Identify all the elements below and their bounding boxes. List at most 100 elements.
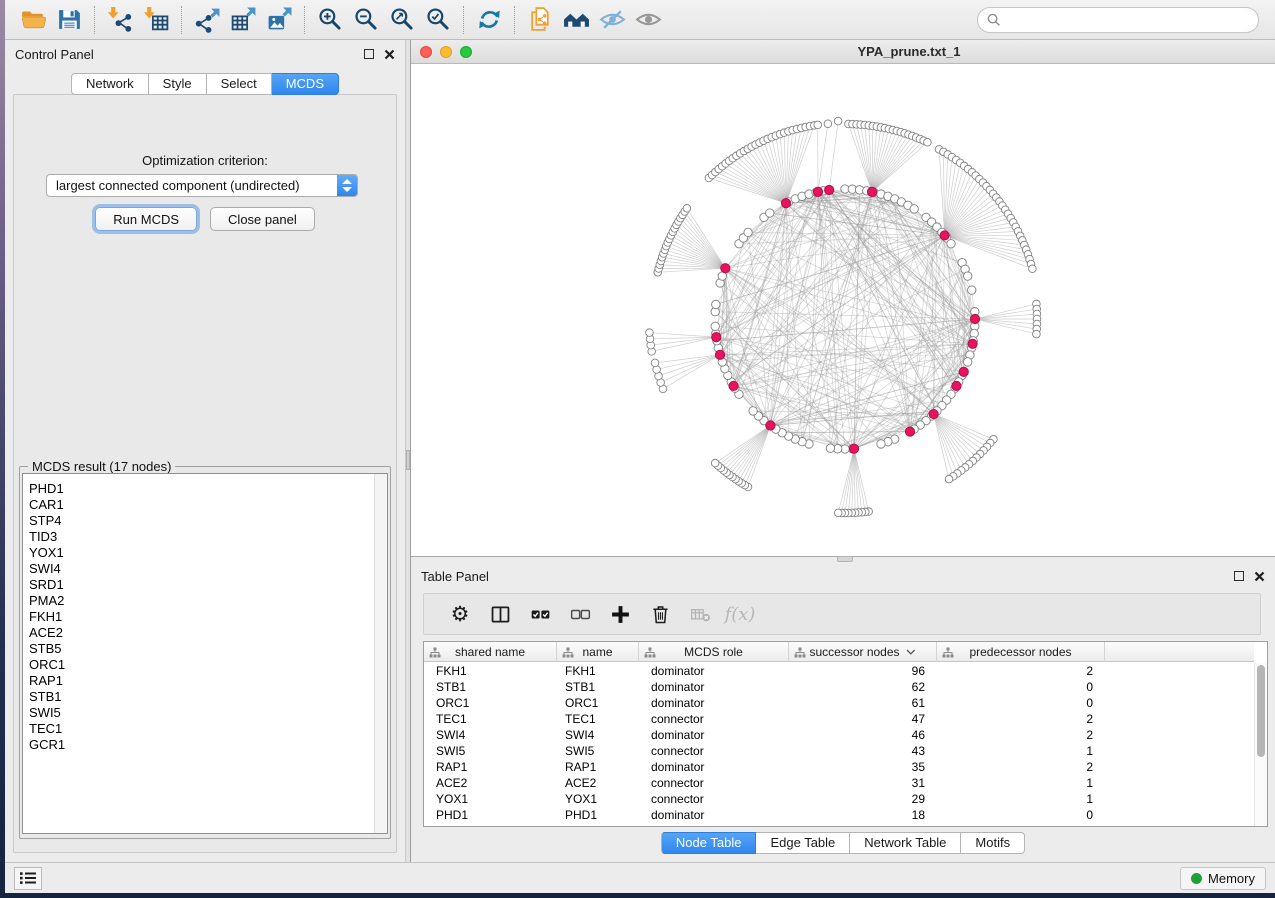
deselect-all-button[interactable] (560, 603, 600, 626)
table-row[interactable]: TEC1TEC1connector472 (424, 711, 1254, 727)
graph-hub-node[interactable] (766, 421, 775, 430)
close-panel-button[interactable]: Close panel (210, 207, 315, 231)
mcds-list-scrollbar[interactable] (374, 474, 387, 833)
tab-motifs[interactable]: Motifs (961, 832, 1025, 854)
zoom-fit-button[interactable] (384, 4, 420, 36)
column-header-name[interactable]: name (557, 642, 639, 662)
export-network-button[interactable] (189, 4, 225, 36)
delete-table-button[interactable] (680, 603, 720, 626)
graph-fan-node[interactable] (924, 138, 932, 146)
column-header-predecessor-nodes[interactable]: predecessor nodes (937, 642, 1105, 662)
graph-node[interactable] (826, 444, 834, 452)
graph-node[interactable] (711, 322, 719, 330)
save-session-button[interactable] (51, 4, 87, 36)
tab-mcds[interactable]: MCDS (272, 73, 339, 95)
graph-fan-node[interactable] (834, 509, 842, 517)
graph-node[interactable] (766, 209, 774, 217)
table-row[interactable]: YOX1YOX1connector291 (424, 791, 1254, 807)
refresh-view-button[interactable] (471, 4, 507, 36)
first-neighbors-button[interactable] (558, 4, 594, 36)
add-row-button[interactable] (600, 603, 640, 626)
tab-network[interactable]: Network (71, 73, 149, 95)
table-row[interactable]: ACE2ACE2connector311 (424, 775, 1254, 791)
graph-hub-node[interactable] (970, 314, 979, 323)
mcds-result-item[interactable]: CAR1 (23, 497, 373, 513)
table-row[interactable]: PHD1PHD1dominator180 (424, 807, 1254, 823)
column-header-mcds-role[interactable]: MCDS role (639, 642, 789, 662)
graph-fan-node[interactable] (945, 475, 953, 483)
mcds-result-item[interactable]: ACE2 (23, 625, 373, 641)
graph-hub-node[interactable] (867, 187, 876, 196)
graph-fan-node[interactable] (1029, 265, 1037, 273)
criterion-dropdown[interactable]: largest connected component (undirected) (46, 174, 358, 197)
float-panel-icon[interactable] (364, 49, 374, 59)
graph-node[interactable] (910, 205, 918, 213)
mcds-result-item[interactable]: RAP1 (23, 673, 373, 689)
tab-network-table[interactable]: Network Table (850, 832, 961, 854)
mcds-result-item[interactable]: STP4 (23, 513, 373, 529)
zoom-selected-button[interactable] (420, 4, 456, 36)
show-columns-button[interactable] (480, 603, 520, 626)
close-panel-icon[interactable] (384, 49, 395, 60)
tab-edge-table[interactable]: Edge Table (756, 832, 850, 854)
graph-hub-node[interactable] (721, 264, 730, 273)
graph-hub-node[interactable] (905, 427, 914, 436)
graph-hub-node[interactable] (940, 231, 949, 240)
table-row[interactable]: SWI5SWI5connector431 (424, 743, 1254, 759)
mcds-result-item[interactable]: PHD1 (23, 481, 373, 497)
graph-node[interactable] (744, 228, 752, 236)
column-header-successor-nodes[interactable]: successor nodes (789, 642, 937, 662)
graph-hub-node[interactable] (825, 185, 834, 194)
table-options-button[interactable]: ⚙ (440, 604, 480, 625)
graph-node[interactable] (968, 286, 976, 294)
graph-hub-node[interactable] (968, 339, 977, 348)
graph-hub-node[interactable] (959, 367, 968, 376)
tab-node-table[interactable]: Node Table (661, 832, 757, 854)
clone-network-button[interactable] (522, 4, 558, 36)
graph-fan-node[interactable] (711, 459, 719, 467)
table-row[interactable]: ORC1ORC1dominator610 (424, 695, 1254, 711)
zoom-out-button[interactable] (348, 4, 384, 36)
graph-node[interactable] (964, 358, 972, 366)
mcds-result-item[interactable]: SWI4 (23, 561, 373, 577)
mcds-result-item[interactable]: STB5 (23, 641, 373, 657)
float-panel-icon[interactable] (1234, 571, 1244, 581)
run-mcds-button[interactable]: Run MCDS (95, 207, 197, 231)
delete-row-button[interactable] (640, 603, 680, 626)
task-history-button[interactable] (14, 867, 42, 890)
memory-button[interactable]: Memory (1180, 867, 1266, 890)
graph-fan-node[interactable] (824, 120, 832, 128)
graph-fan-node[interactable] (814, 121, 822, 129)
close-panel-icon[interactable] (1254, 571, 1265, 582)
graph-fan-node[interactable] (834, 117, 842, 125)
table-row[interactable]: SWI4SWI4dominator462 (424, 727, 1254, 743)
graph-hub-node[interactable] (712, 332, 721, 341)
table-row[interactable]: FKH1FKH1dominator962 (424, 663, 1254, 679)
mcds-result-item[interactable]: FKH1 (23, 609, 373, 625)
graph-hub-node[interactable] (929, 409, 938, 418)
mcds-result-item[interactable]: SRD1 (23, 577, 373, 593)
graph-hub-node[interactable] (715, 350, 724, 359)
table-scrollbar[interactable] (1254, 663, 1267, 826)
graph-hub-node[interactable] (813, 187, 822, 196)
zoom-in-button[interactable] (312, 4, 348, 36)
search-input[interactable] (1001, 10, 1258, 30)
mcds-result-item[interactable]: SWI5 (23, 705, 373, 721)
show-all-button[interactable] (630, 4, 666, 36)
table-scrollbar-thumb[interactable] (1257, 665, 1265, 757)
mcds-result-item[interactable]: TEC1 (23, 721, 373, 737)
import-table-button[interactable] (138, 4, 174, 36)
mcds-result-item[interactable]: YOX1 (23, 545, 373, 561)
tab-style[interactable]: Style (149, 73, 207, 95)
network-canvas[interactable] (411, 64, 1275, 557)
mcds-result-item[interactable]: PMA2 (23, 593, 373, 609)
graph-node[interactable] (947, 240, 955, 248)
graph-node[interactable] (964, 272, 972, 280)
graph-node[interactable] (877, 440, 885, 448)
mcds-result-item[interactable]: ORC1 (23, 657, 373, 673)
graph-hub-node[interactable] (952, 381, 961, 390)
search-box[interactable] (977, 7, 1259, 33)
table-row[interactable]: STB1STB1dominator620 (424, 679, 1254, 695)
hide-selected-button[interactable] (594, 4, 630, 36)
graph-hub-node[interactable] (729, 381, 738, 390)
